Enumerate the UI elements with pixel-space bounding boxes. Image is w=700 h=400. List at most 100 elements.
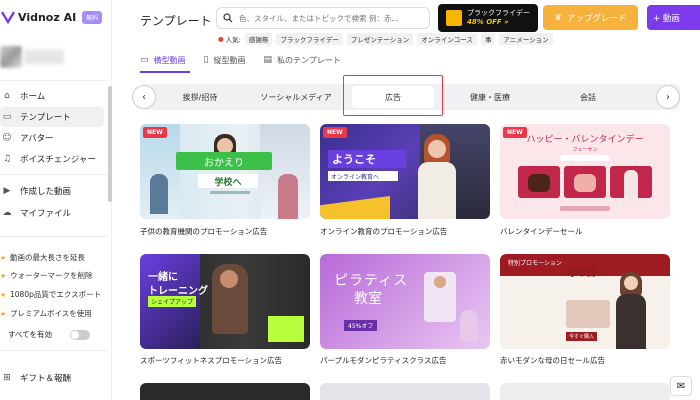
page-title: テンプレート [140,14,212,28]
template-card-partial[interactable] [140,383,310,400]
template-subheadline: 学校へ [198,174,258,188]
new-badge: NEW [323,127,347,138]
template-thumbnail: ようこそ オンライン教育へ NEW [320,124,490,219]
star-icon: ★ [0,253,7,262]
prev-category-button[interactable]: ‹ [132,85,156,109]
feature-label: プレミアムボイスを使用 [10,309,92,318]
new-badge: NEW [143,127,167,138]
template-card[interactable]: ようこそ オンライン教育へ NEW [320,124,490,219]
chevron-right-icon: › [666,91,670,103]
template-card[interactable]: おかえり 学校へ NEW [140,124,310,219]
upgrade-button[interactable]: ♛ アップグレード [543,5,638,30]
template-caption: 赤いモダンな母の日セール広告 [500,356,605,365]
feature-label: 1080p品質でエクスポート [10,290,102,299]
fire-icon: ● [218,35,224,43]
sidebar-item-gifts[interactable]: ⊞ ギフト＆報酬 [0,368,104,388]
template-card[interactable]: ハッピー・バレンタインデー フェーサン NEW [500,124,670,219]
template-headline: ピラティス [334,273,409,289]
divider [0,236,108,237]
search-input[interactable] [239,13,419,23]
template-subheadline: トレーニング [148,286,208,297]
divider [0,80,108,81]
user-name-blurred [24,50,64,64]
feature-item: ★ ウォーターマークを削除 [0,270,108,281]
category-health[interactable]: 健康・医療 [455,84,525,110]
popular-tag[interactable]: プレゼンテーション [346,33,414,45]
sidebar-item-label: ギフト＆報酬 [20,374,72,384]
popular-tag[interactable]: 感謝祭 [244,33,273,45]
enable-all-row: すべてを有効 [8,329,91,340]
template-thumbnail: ピラティス 教室 45%オフ [320,254,490,349]
popular-tag[interactable]: 事 [480,33,496,45]
chat-icon: ✉ [676,380,686,392]
next-category-button[interactable]: › [656,85,680,109]
app-name: Vidnoz AI [18,10,77,24]
tab-my-templates[interactable]: ▤ 私のテンプレート [263,52,340,68]
template-icon: ▭ [2,112,12,122]
template-thumbnail: ハッピー・バレンタインデー フェーサン NEW [500,124,670,219]
template-headline: 特別プロモーション [508,260,562,267]
template-card-partial[interactable] [500,383,670,400]
category-greeting[interactable]: 挨拶/招待 [170,84,230,110]
sidebar-item-label: テンプレート [20,113,71,123]
template-headline: おかえり [176,152,272,170]
template-caption: オンライン教育のプロモーション広告 [320,227,448,236]
popular-tag[interactable]: ブラックフライデー [276,33,343,45]
highlight-box [343,75,443,116]
avatar-icon: ☺ [2,133,12,143]
star-icon: ★ [0,290,7,299]
enable-all-toggle[interactable] [70,329,91,340]
template-subheadline: 母の日 [566,268,596,279]
search-icon [223,13,233,23]
sidebar-item-label: 作成した動画 [20,187,72,197]
voice-changer-icon: ♫ [2,154,12,164]
new-badge: NEW [503,127,527,138]
sidebar-item-voice-changer[interactable]: ♫ ボイスチェンジャー [0,149,104,169]
sidebar-item-label: アバター [20,134,54,144]
gift-icon: ⊞ [3,373,11,383]
sidebar-item-home[interactable]: ⌂ ホーム [0,86,104,106]
star-icon: ★ [0,309,7,318]
tab-landscape[interactable]: ▭ 横型動画 [140,52,186,68]
category-social-media[interactable]: ソーシャルメディア [250,84,342,110]
template-caption: バレンタインデーセール [500,227,583,236]
user-avatar[interactable] [0,46,22,68]
sidebar-item-templates[interactable]: ▭ テンプレート [0,107,104,127]
template-card-partial[interactable] [320,383,490,400]
tab-portrait[interactable]: ▯ 縦型動画 [204,52,246,68]
category-conversation[interactable]: 会話 [560,84,616,110]
divider [0,350,108,351]
sidebar-item-my-videos[interactable]: ▶ 作成した動画 [0,181,104,201]
create-video-button[interactable]: + 動画 [647,5,700,30]
active-tab-indicator [140,71,190,73]
template-headline: 一緒に [148,272,178,283]
template-subheadline: オンライン教育へ [328,171,398,181]
cloud-icon: ☁ [2,208,12,218]
sidebar-item-label: ボイスチェンジャー [20,155,96,165]
chat-support-button[interactable]: ✉ [670,376,692,396]
format-tabs: ▭ 横型動画 ▯ 縦型動画 ▤ 私のテンプレート [140,52,359,68]
template-card[interactable]: 特別プロモーション 母の日 今すぐ購入 [500,254,670,349]
star-icon: ★ [0,271,7,280]
sidebar-scrollbar[interactable] [108,86,112,202]
template-headline: ようこそ [328,150,406,168]
popular-tag[interactable]: オンラインコース [417,33,477,45]
sidebar-item-my-files[interactable]: ☁ マイファイル [0,203,104,223]
sidebar-item-avatar[interactable]: ☺ アバター [0,128,104,148]
black-friday-discount: 48% OFF » [467,18,509,26]
black-friday-banner[interactable]: ブラックフライデー 48% OFF » [438,4,538,32]
tab-label: 私のテンプレート [276,55,341,65]
template-subheadline: 教室 [354,291,382,307]
feature-label: ウォーターマークを削除 [10,271,93,280]
logo[interactable]: Vidnoz AI 無料 [0,8,103,26]
template-tag: 45%オフ [344,320,378,331]
tab-label: 縦型動画 [213,55,246,65]
chevron-left-icon: ‹ [142,91,146,103]
search-box[interactable] [216,7,430,29]
template-card[interactable]: 一緒に トレーニング シェイプアップ [140,254,310,349]
template-card[interactable]: ピラティス 教室 45%オフ [320,254,490,349]
feature-label: 動画の最大長さを延長 [10,253,85,262]
popular-tag[interactable]: アニメーション [499,33,553,45]
template-caption: パープルモダンピラティスクラス広告 [320,356,447,365]
upgrade-label: アップグレード [567,13,627,24]
